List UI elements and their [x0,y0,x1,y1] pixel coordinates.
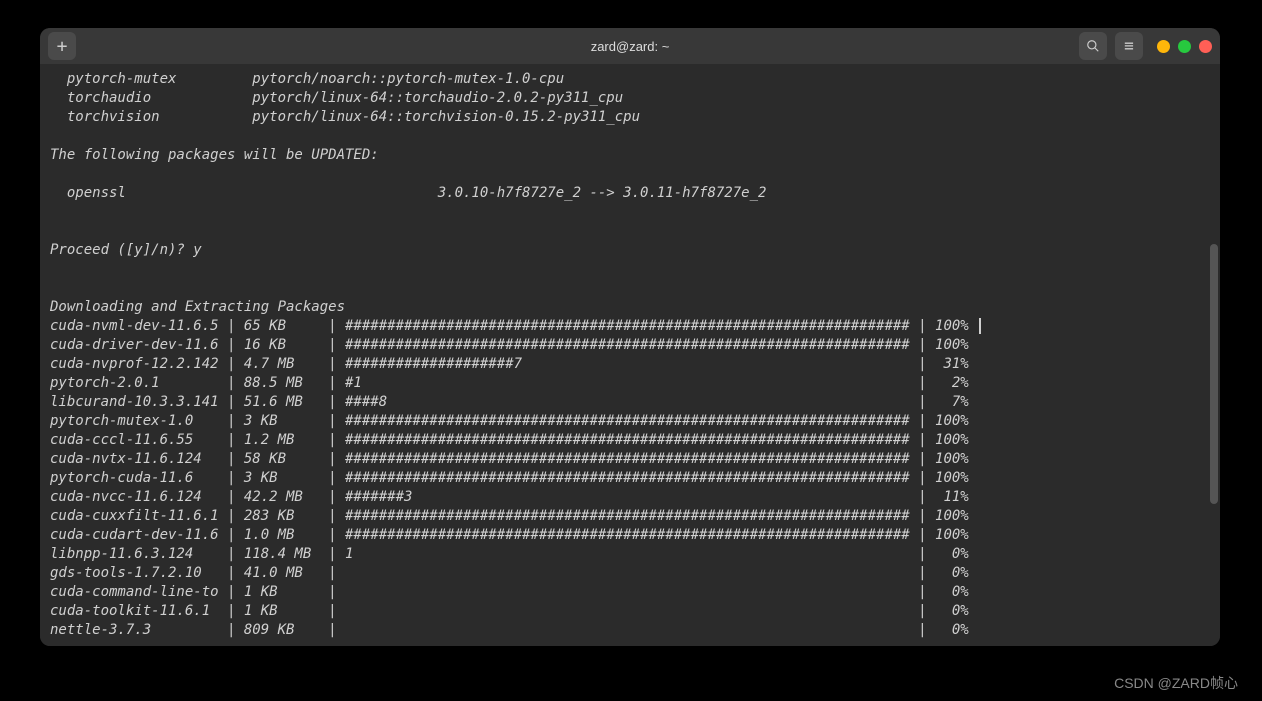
scrollbar[interactable] [1210,244,1218,504]
close-button[interactable] [1199,40,1212,53]
new-tab-button[interactable]: + [48,32,76,60]
watermark: CSDN @ZARD帧心 [1114,673,1238,693]
window-title: zard@zard: ~ [591,39,670,54]
titlebar-controls: ≡ [1079,32,1212,60]
terminal-output: pytorch-mutex pytorch/noarch::pytorch-mu… [50,70,1210,640]
minimize-button[interactable] [1157,40,1170,53]
menu-button[interactable]: ≡ [1115,32,1143,60]
traffic-lights [1157,40,1212,53]
terminal-window: + zard@zard: ~ ≡ pytorch-mutex pytorch/n… [40,28,1220,646]
maximize-button[interactable] [1178,40,1191,53]
titlebar: + zard@zard: ~ ≡ [40,28,1220,64]
terminal-content[interactable]: pytorch-mutex pytorch/noarch::pytorch-mu… [40,64,1220,646]
search-button[interactable] [1079,32,1107,60]
